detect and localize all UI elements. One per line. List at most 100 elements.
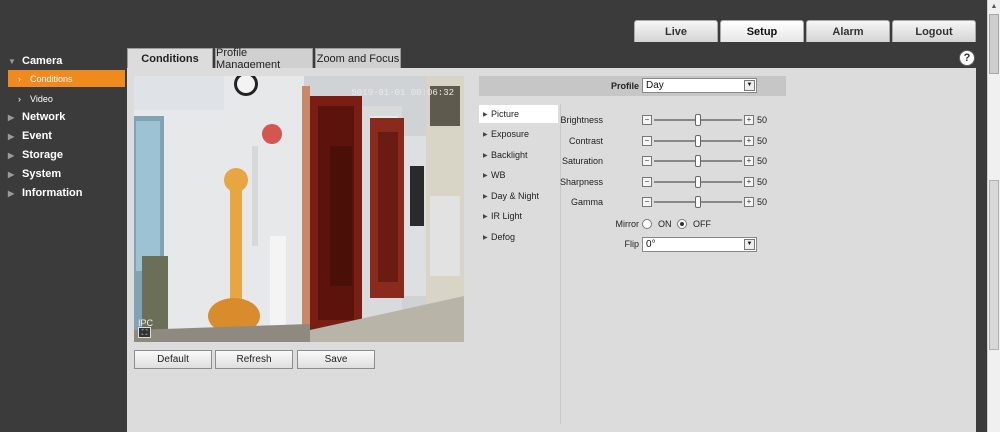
contrast-label: Contrast <box>568 136 603 146</box>
sidebar-item-camera[interactable]: ▼ Camera <box>0 52 127 70</box>
mirror-row: Mirror ON OFF <box>565 217 785 231</box>
gamma-decrease-button[interactable]: − <box>642 197 652 207</box>
contrast-value: 50 <box>757 136 768 146</box>
brightness-value: 50 <box>757 115 768 125</box>
saturation-increase-button[interactable]: + <box>744 156 754 166</box>
save-button[interactable]: Save <box>297 350 375 369</box>
sidebar-item-network[interactable]: ▶ Network <box>0 108 127 126</box>
sidebar-item-label: Network <box>22 111 66 123</box>
sharpness-label: Sharpness <box>559 177 603 187</box>
tab-setup[interactable]: Setup <box>720 20 804 42</box>
contrast-increase-button[interactable]: + <box>744 136 754 146</box>
menu-item-label: Backlight <box>491 150 528 160</box>
brightness-decrease-button[interactable]: − <box>642 115 652 125</box>
tab-profile-management[interactable]: Profile Management <box>215 47 313 71</box>
mirror-on-label: ON <box>658 219 672 229</box>
sidebar-item-information[interactable]: ▶ Information <box>0 184 127 202</box>
chevron-right-icon: › <box>18 93 21 104</box>
sharpness-value: 50 <box>757 177 768 187</box>
sidebar-item-conditions[interactable]: › Conditions <box>8 70 125 87</box>
sidebar-item-label: Conditions <box>30 73 73 84</box>
saturation-value: 50 <box>757 156 768 166</box>
contrast-slider-thumb[interactable] <box>695 135 701 147</box>
tab-zoom-and-focus[interactable]: Zoom and Focus <box>315 48 401 68</box>
menu-item-picture[interactable]: ▶ Picture <box>479 105 558 123</box>
mirror-off-label: OFF <box>693 219 711 229</box>
scrollbar-track-segment[interactable] <box>989 180 999 350</box>
flip-select[interactable]: 0° ▼ <box>642 237 757 252</box>
triangle-right-icon: ▶ <box>8 169 15 179</box>
chevron-down-icon: ▼ <box>744 80 755 91</box>
scrollbar-thumb[interactable] <box>989 14 999 74</box>
sidebar-item-storage[interactable]: ▶ Storage <box>0 146 127 164</box>
camera-scene-image <box>134 76 464 342</box>
flip-label: Flip <box>624 239 639 249</box>
chevron-right-icon: › <box>18 73 21 84</box>
saturation-slider-row: Saturation − + 50 <box>562 154 785 168</box>
menu-item-backlight[interactable]: ▶ Backlight <box>479 146 558 164</box>
triangle-right-icon: ▶ <box>483 193 488 200</box>
mirror-on-radio[interactable] <box>642 219 652 229</box>
triangle-right-icon: ▶ <box>8 112 15 122</box>
default-button[interactable]: Default <box>134 350 212 369</box>
conditions-menu: ▶ Picture ▶ Exposure ▶ Backlight ▶ WB ▶ … <box>479 104 559 432</box>
mirror-label: Mirror <box>615 219 640 229</box>
video-timestamp-overlay: 5019-01-01 00:06:32 <box>351 88 454 98</box>
brightness-slider-thumb[interactable] <box>695 114 701 126</box>
triangle-right-icon: ▶ <box>483 234 488 241</box>
gamma-value: 50 <box>757 197 768 207</box>
scroll-up-icon[interactable]: ▲ <box>988 0 1000 13</box>
sharpness-slider-row: Sharpness − + 50 <box>560 175 785 189</box>
contrast-slider-row: Contrast − + 50 <box>565 134 785 148</box>
sidebar-item-event[interactable]: ▶ Event <box>0 127 127 145</box>
gamma-increase-button[interactable]: + <box>744 197 754 207</box>
saturation-slider-thumb[interactable] <box>695 155 701 167</box>
help-icon[interactable]: ? <box>959 50 975 66</box>
refresh-button[interactable]: Refresh <box>215 350 293 369</box>
tab-live[interactable]: Live <box>634 20 718 42</box>
menu-item-defog[interactable]: ▶ Defog <box>479 228 558 246</box>
profile-select-value: Day <box>646 80 664 91</box>
menu-item-day-night[interactable]: ▶ Day & Night <box>479 187 558 205</box>
sidebar-item-video[interactable]: › Video <box>8 90 125 107</box>
tab-logout[interactable]: Logout <box>892 20 976 42</box>
brightness-slider-row: Brightness − + 50 <box>560 113 785 127</box>
flip-select-value: 0° <box>646 239 656 250</box>
mirror-off-radio[interactable] <box>677 219 687 229</box>
page-scrollbar[interactable]: ▲ <box>987 0 1000 432</box>
triangle-right-icon: ▶ <box>8 150 15 160</box>
gamma-slider-row: Gamma − + 50 <box>565 195 785 209</box>
video-preview: 5019-01-01 00:06:32 IPC ⛶ <box>134 76 464 342</box>
sharpness-increase-button[interactable]: + <box>744 177 754 187</box>
fullscreen-icon[interactable]: ⛶ <box>138 327 151 338</box>
sidebar-item-system[interactable]: ▶ System <box>0 165 127 183</box>
menu-item-wb[interactable]: ▶ WB <box>479 166 558 184</box>
sharpness-decrease-button[interactable]: − <box>642 177 652 187</box>
sidebar-item-label: Event <box>22 130 52 142</box>
chevron-down-icon: ▼ <box>744 239 755 250</box>
menu-item-ir-light[interactable]: ▶ IR Light <box>479 207 558 225</box>
menu-divider <box>560 104 561 424</box>
gamma-slider-thumb[interactable] <box>695 196 701 208</box>
menu-item-exposure[interactable]: ▶ Exposure <box>479 125 558 143</box>
menu-item-label: Picture <box>491 109 520 119</box>
sidebar-item-label: Video <box>30 93 53 104</box>
gamma-label: Gamma <box>570 197 603 207</box>
menu-item-label: IR Light <box>491 211 523 221</box>
menu-item-label: Defog <box>491 232 516 242</box>
flip-row: Flip 0° ▼ <box>565 237 785 253</box>
profile-bar: Profile Day ▼ <box>479 76 786 96</box>
triangle-right-icon: ▶ <box>483 213 488 220</box>
sidebar-item-label: Storage <box>22 149 63 161</box>
saturation-decrease-button[interactable]: − <box>642 156 652 166</box>
tab-alarm[interactable]: Alarm <box>806 20 890 42</box>
triangle-down-icon: ▼ <box>8 56 16 66</box>
triangle-right-icon: ▶ <box>8 188 15 198</box>
menu-item-label: WB <box>491 170 506 180</box>
brightness-increase-button[interactable]: + <box>744 115 754 125</box>
profile-select[interactable]: Day ▼ <box>642 78 757 93</box>
sidebar-item-label: System <box>22 168 62 180</box>
contrast-decrease-button[interactable]: − <box>642 136 652 146</box>
tab-conditions[interactable]: Conditions <box>127 48 213 68</box>
sharpness-slider-thumb[interactable] <box>695 176 701 188</box>
